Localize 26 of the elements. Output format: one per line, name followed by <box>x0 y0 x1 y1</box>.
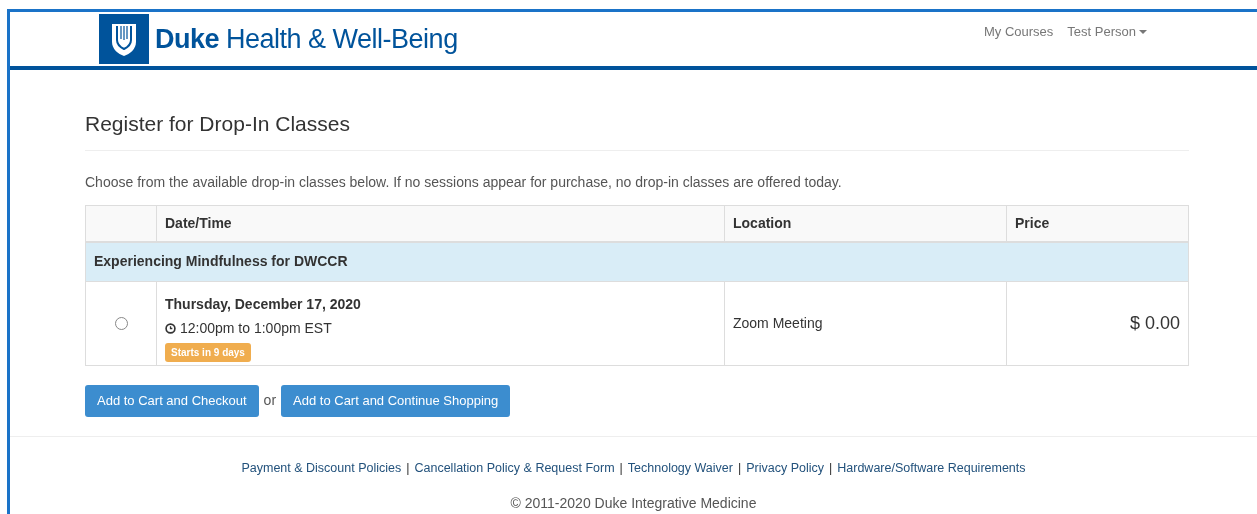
session-price: $ 0.00 <box>1129 312 1180 333</box>
shield-logo-icon <box>99 14 149 64</box>
separator-text: | <box>619 459 623 477</box>
status-badge: Starts in 9 days <box>165 342 251 362</box>
footer-link[interactable]: Privacy Policy <box>746 458 824 478</box>
session-time: 12:00pm to 1:00pm EST <box>180 318 332 338</box>
user-menu[interactable]: Test Person <box>1067 22 1147 42</box>
nav-link[interactable]: My Courses <box>984 22 1054 42</box>
checkout-button[interactable]: Add to Cart and Checkout <box>85 384 259 417</box>
copyright-text: © 2011-2020 Duke Integrative Medicine <box>510 494 757 514</box>
footer-link[interactable]: Hardware/Software Requirements <box>837 458 1026 478</box>
continue-shopping-button[interactable]: Add to Cart and Continue Shopping <box>281 384 511 417</box>
or-text: or <box>263 391 277 410</box>
separator-text: | <box>406 459 410 477</box>
footer-link[interactable]: Cancellation Policy & Request Form <box>414 458 615 478</box>
separator-text: | <box>737 459 742 477</box>
group-title: Experiencing Mindfulness for DWCCR <box>94 253 348 270</box>
clock-icon <box>165 322 176 334</box>
session-location: Zoom Meeting <box>733 314 823 331</box>
separator-text: | <box>829 459 833 477</box>
session-date: Thursday, December 17, 2020 <box>165 294 362 314</box>
page-title: Register for Drop-In Classes <box>85 108 1189 151</box>
footer-link[interactable]: Payment & Discount Policies <box>241 458 402 478</box>
footer-link[interactable]: Technology Waiver <box>627 458 733 478</box>
intro-text: Choose from the available drop-in classes below. If no sessions appear for purchase, no drop-in classes are offered today. <box>85 172 843 192</box>
logo-text: Duke Health & Well-Being <box>155 22 458 56</box>
